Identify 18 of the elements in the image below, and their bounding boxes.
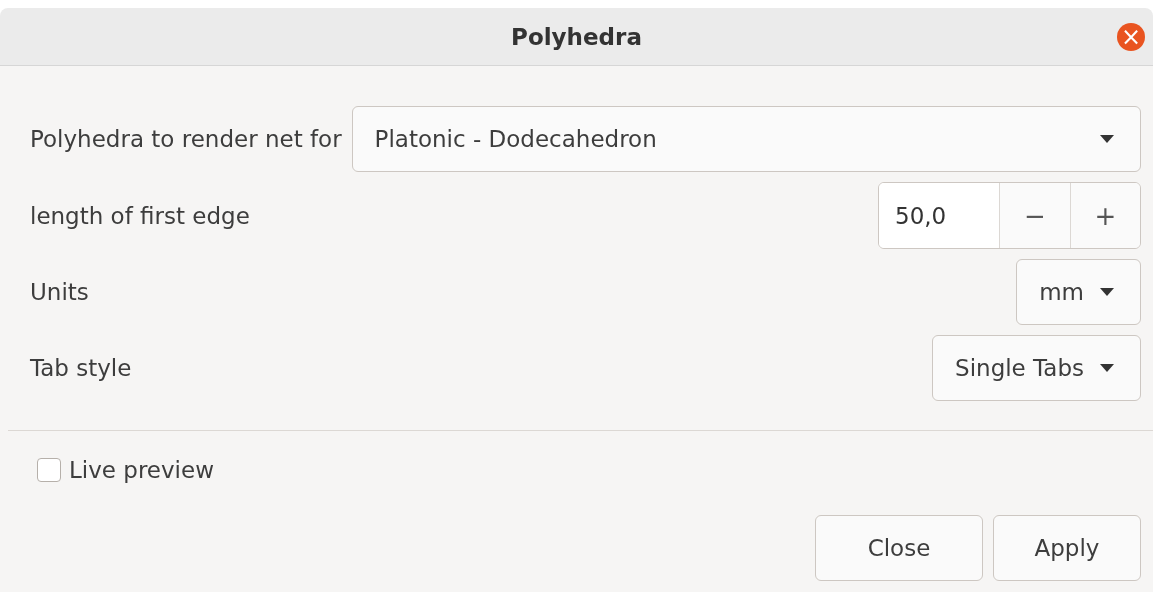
close-button[interactable]: × (1117, 23, 1145, 51)
field-label: Tab style (30, 354, 132, 381)
dialog-button[interactable]: Close (815, 515, 983, 581)
caret-icon (1100, 363, 1114, 372)
increment-button[interactable]: + (1070, 183, 1140, 248)
number-field[interactable]: 50,0 (879, 183, 1000, 248)
dialog-button[interactable]: Apply (993, 515, 1141, 581)
dropdown[interactable]: mm (1016, 258, 1141, 325)
field-label: Units (30, 278, 89, 305)
dropdown[interactable]: Single Tabs (932, 334, 1141, 401)
checkbox[interactable] (37, 458, 61, 482)
dropdown[interactable]: Platonic - Dodecahedron (351, 106, 1141, 172)
window-title: Polyhedra (511, 23, 642, 50)
caret-icon (1100, 135, 1114, 143)
caret-icon (1100, 287, 1114, 296)
field-label: Polyhedra to render net for (30, 126, 342, 152)
field-label: length of first edge (30, 202, 250, 229)
checkbox-label: Live preview (69, 457, 214, 483)
